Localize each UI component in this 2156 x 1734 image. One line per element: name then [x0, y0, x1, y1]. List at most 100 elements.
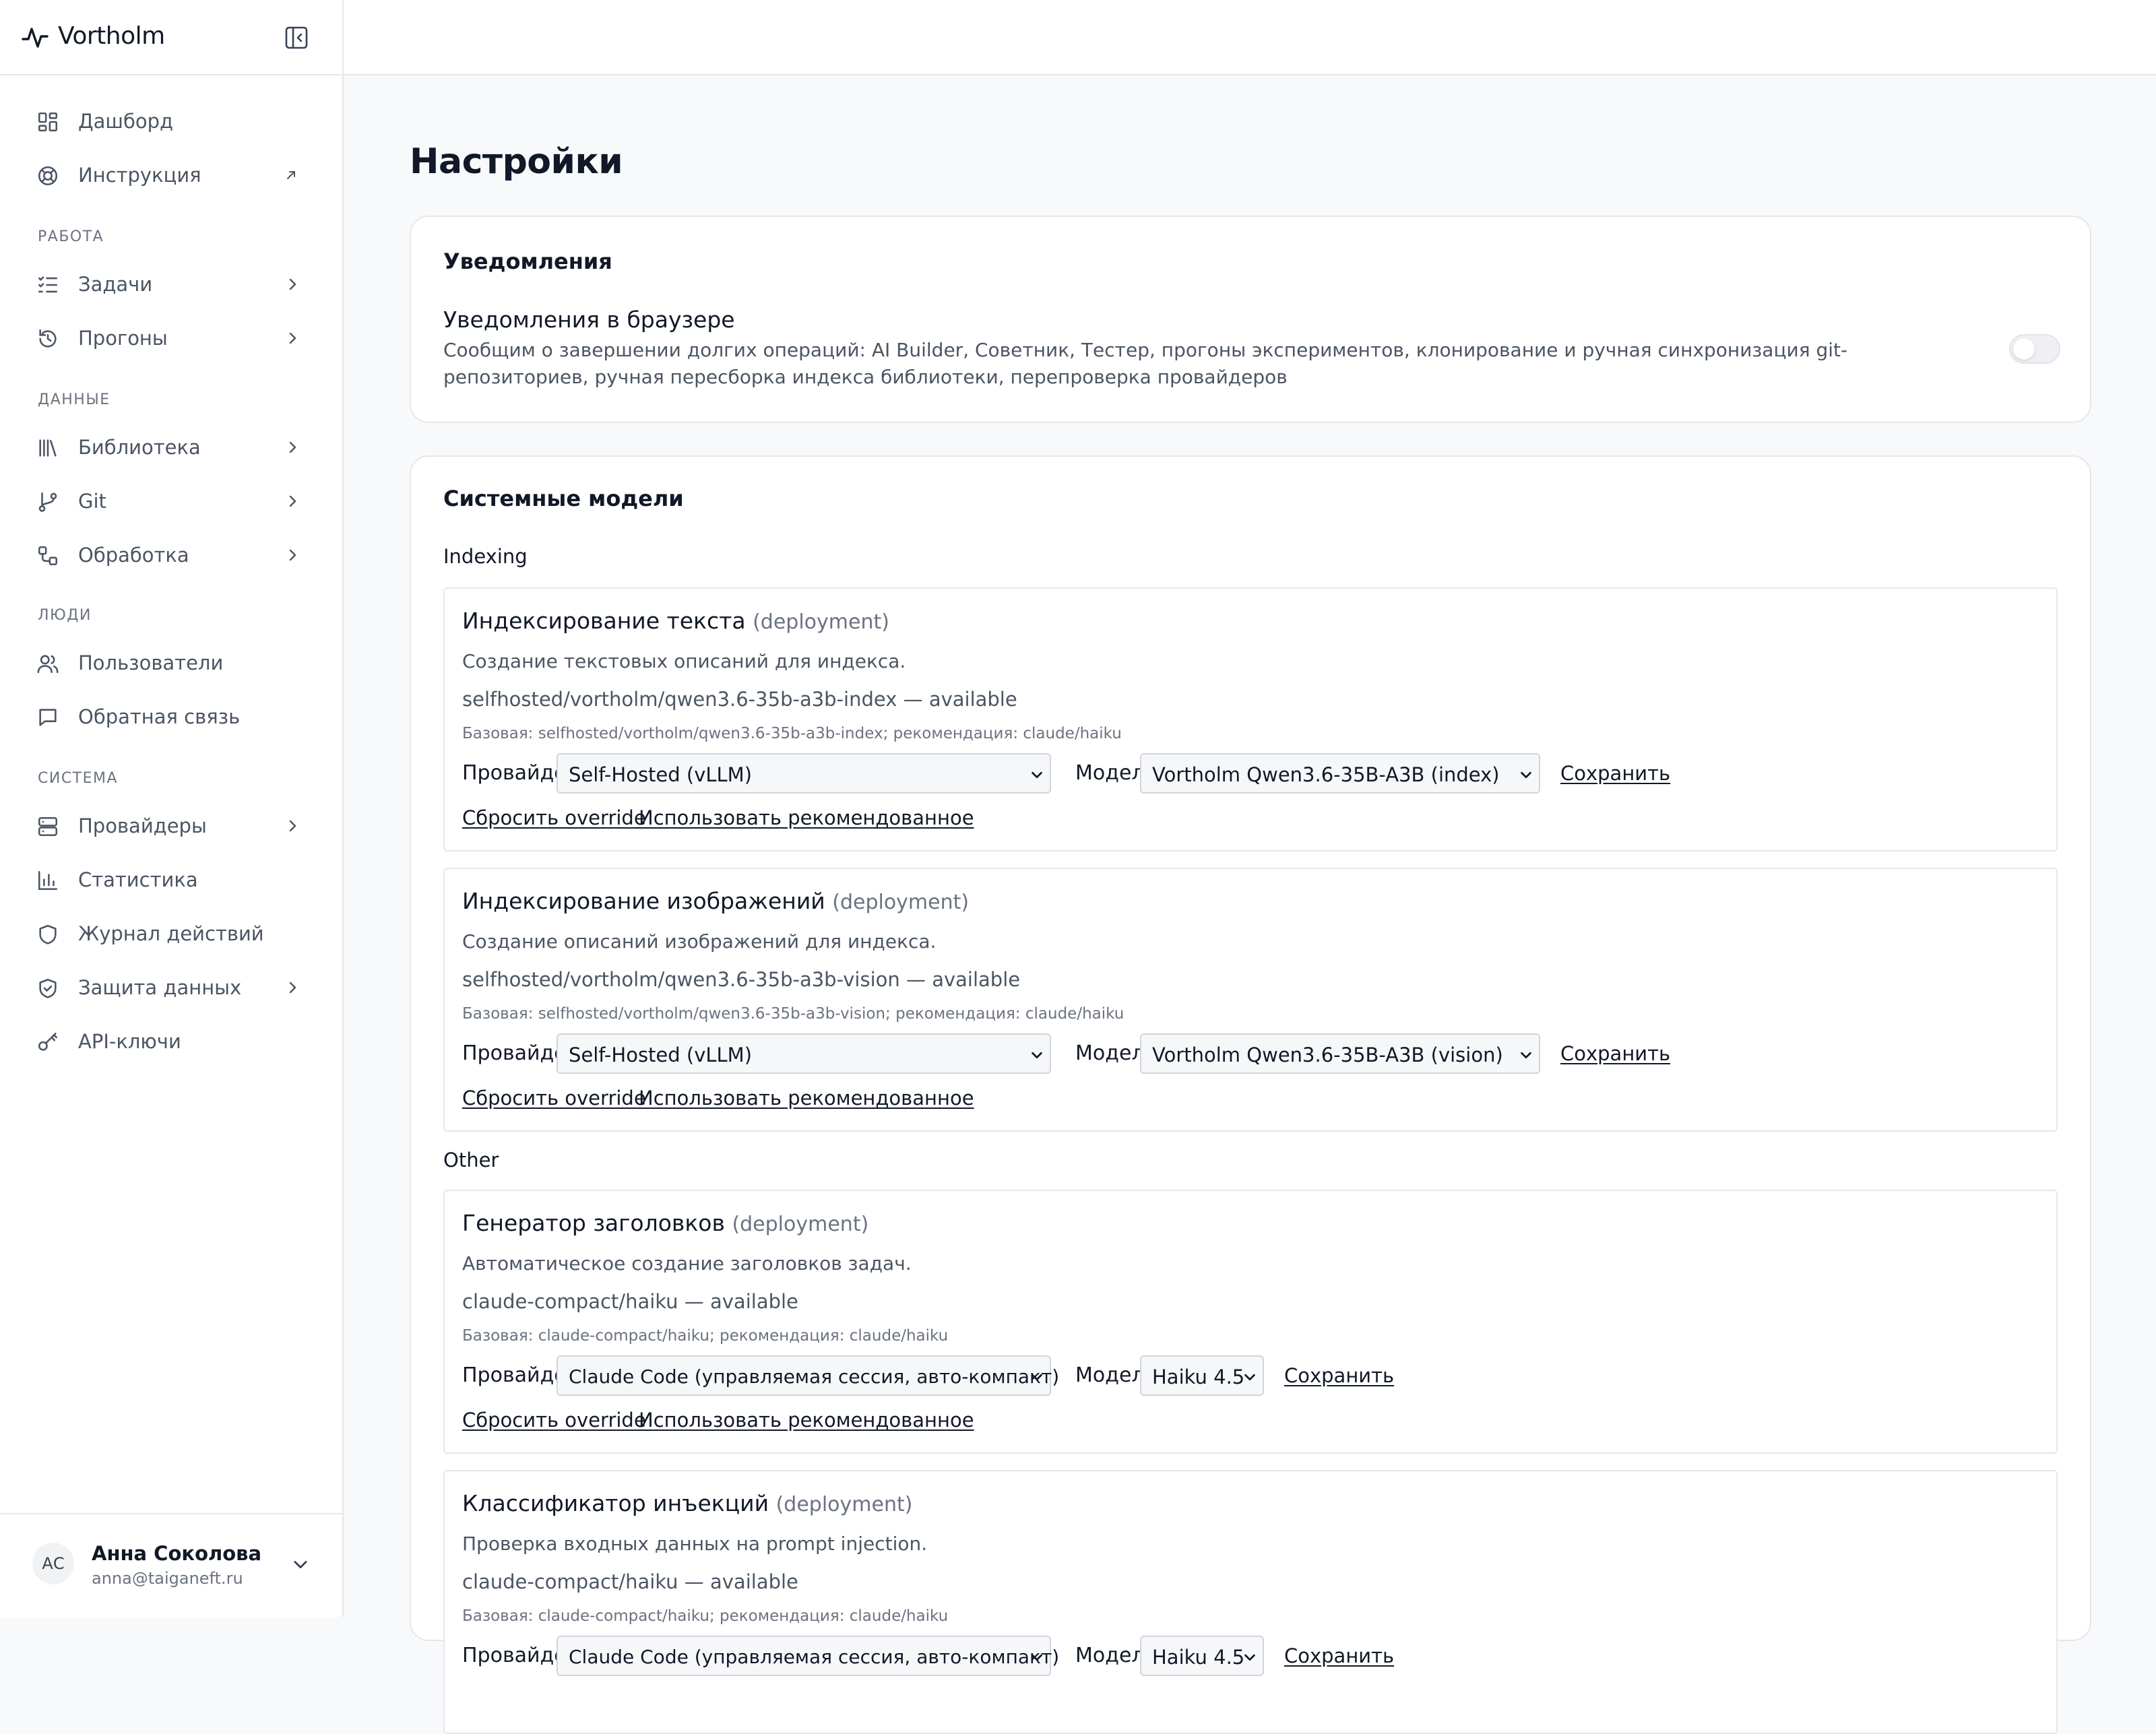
model-description: Создание описаний изображений для индекс… — [462, 930, 937, 953]
top-bar — [344, 0, 2156, 75]
model-card-image-indexing: Индексирование изображений (deployment) … — [443, 868, 2058, 1132]
notifications-title: Уведомления — [443, 249, 612, 274]
use-recommended-button[interactable]: Использовать рекомендованное — [639, 1086, 974, 1110]
users-icon — [37, 655, 59, 674]
model-title: Индексирование текста (deployment) — [462, 606, 889, 637]
user-menu[interactable]: АС Анна Соколова anna@taiganeft.ru — [0, 1513, 342, 1617]
model-description: Создание текстовых описаний для индекса. — [462, 650, 906, 672]
server-icon — [38, 816, 58, 837]
model-select[interactable]: Haiku 4.5 — [1140, 1636, 1264, 1676]
sidebar-section-system: СИСТЕМА — [38, 770, 119, 787]
save-button[interactable]: Сохранить — [1284, 1363, 1394, 1388]
model-title: Классификатор инъекций (deployment) — [462, 1489, 912, 1520]
model-status: selfhosted/vortholm/qwen3.6-35b-a3b-visi… — [462, 968, 1021, 991]
sidebar-item-dashboard[interactable]: Дашборд — [27, 100, 318, 143]
chevron-right-icon — [289, 820, 296, 832]
chevron-right-icon — [289, 332, 296, 344]
sidebar-item-api-keys[interactable]: API-ключи — [27, 1020, 318, 1063]
system-models-title: Системные модели — [443, 486, 684, 511]
model-name: Индексирование изображений — [462, 888, 825, 914]
use-recommended-button[interactable]: Использовать рекомендованное — [639, 1408, 974, 1432]
save-button[interactable]: Сохранить — [1284, 1644, 1394, 1668]
model-status: selfhosted/vortholm/qwen3.6-35b-a3b-inde… — [462, 688, 1017, 711]
chevron-down-icon — [1032, 771, 1042, 779]
history-icon — [39, 329, 57, 348]
sidebar-item-processing[interactable]: Обработка — [27, 534, 318, 577]
model-card-text-indexing: Индексирование текста (deployment) Созда… — [443, 587, 2058, 852]
model-select-value: Vortholm Qwen3.6-35B-A3B (index) — [1152, 763, 1500, 786]
chevron-right-icon — [289, 441, 296, 453]
sidebar-item-label: Провайдеры — [78, 814, 207, 837]
sidebar-item-instructions[interactable]: Инструкция — [27, 154, 318, 197]
chevron-down-icon — [1032, 1374, 1042, 1381]
save-button[interactable]: Сохранить — [1560, 761, 1670, 785]
save-button[interactable]: Сохранить — [1560, 1041, 1670, 1066]
sidebar-item-label: Прогоны — [78, 327, 168, 350]
brand-name: Vortholm — [58, 22, 165, 50]
model-base-info: Базовая: selfhosted/vortholm/qwen3.6-35b… — [462, 725, 1122, 742]
model-name: Классификатор инъекций — [462, 1490, 769, 1516]
git-branch-icon — [38, 492, 57, 512]
avatar: АС — [32, 1543, 74, 1584]
browser-notifications-heading: Уведомления в браузере — [443, 307, 735, 333]
sidebar-item-audit-log[interactable]: Журнал действий — [27, 912, 318, 955]
chevron-right-icon — [289, 278, 296, 290]
page-title: Настройки — [410, 141, 623, 182]
model-description: Автоматическое создание заголовков задач… — [462, 1252, 912, 1275]
model-select[interactable]: Vortholm Qwen3.6-35B-A3B (index) — [1140, 753, 1540, 794]
sidebar-item-git[interactable]: Git — [27, 480, 318, 523]
provider-select[interactable]: Claude Code (управляемая сессия, авто-ко… — [557, 1636, 1059, 1676]
chevron-right-icon — [289, 549, 296, 561]
provider-select[interactable]: Self-Hosted (vLLM) — [557, 753, 1051, 794]
chevron-down-icon — [1521, 771, 1531, 779]
model-base-info: Базовая: selfhosted/vortholm/qwen3.6-35b… — [462, 1005, 1124, 1023]
sidebar-item-library[interactable]: Библиотека — [27, 426, 318, 469]
sidebar-item-label: Статистика — [78, 868, 198, 891]
model-card-injection-classifier: Классификатор инъекций (deployment) Пров… — [443, 1470, 2058, 1734]
sidebar-item-tasks[interactable]: Задачи — [27, 263, 318, 306]
model-select[interactable]: Haiku 4.5 — [1140, 1355, 1264, 1396]
model-tag: (deployment) — [832, 891, 970, 914]
sidebar-item-data-protection[interactable]: Защита данных — [27, 966, 318, 1009]
model-select[interactable]: Vortholm Qwen3.6-35B-A3B (vision) — [1140, 1033, 1540, 1074]
model-base-info: Базовая: claude-compact/haiku; рекоменда… — [462, 1327, 949, 1345]
external-link-icon — [287, 171, 295, 179]
key-icon — [38, 1032, 58, 1051]
provider-select-value: Self-Hosted (vLLM) — [569, 1043, 753, 1066]
message-square-icon — [39, 709, 57, 726]
browser-notifications-toggle[interactable] — [2009, 334, 2060, 364]
sidebar-item-feedback[interactable]: Обратная связь — [27, 695, 318, 738]
model-tag: (deployment) — [753, 610, 889, 634]
sidebar-item-label: Git — [78, 490, 106, 513]
model-title: Индексирование изображений (deployment) — [462, 887, 969, 918]
model-description: Проверка входных данных на prompt inject… — [462, 1533, 928, 1555]
reset-override-button[interactable]: Сбросить override — [462, 1086, 646, 1110]
pulse-logo-icon — [22, 28, 49, 48]
model-name: Индексирование текста — [462, 608, 746, 634]
sidebar: Vortholm Дашборд Инструкция РАБОТА Задач… — [0, 0, 344, 1617]
sidebar-item-users[interactable]: Пользователи — [27, 641, 318, 684]
sidebar-item-label: Инструкция — [78, 164, 201, 187]
chevron-down-icon — [1521, 1052, 1531, 1059]
sidebar-item-runs[interactable]: Прогоны — [27, 317, 318, 360]
bar-chart-icon — [38, 870, 58, 891]
sidebar-item-statistics[interactable]: Статистика — [27, 858, 318, 901]
sidebar-section-data: ДАННЫЕ — [38, 391, 110, 408]
sidebar-item-providers[interactable]: Провайдеры — [27, 804, 318, 847]
provider-select-value: Claude Code (управляемая сессия, авто-ко… — [569, 1366, 1060, 1388]
panel-left-icon — [285, 26, 308, 49]
library-icon — [39, 439, 57, 457]
use-recommended-button[interactable]: Использовать рекомендованное — [639, 806, 974, 830]
provider-select[interactable]: Claude Code (управляемая сессия, авто-ко… — [557, 1355, 1059, 1396]
reset-override-button[interactable]: Сбросить override — [462, 1408, 646, 1432]
sidebar-item-label: Пользователи — [78, 651, 224, 674]
reset-override-button[interactable]: Сбросить override — [462, 806, 646, 830]
sidebar-item-label: Журнал действий — [78, 922, 264, 945]
lifebuoy-icon — [38, 166, 58, 186]
model-select-value: Vortholm Qwen3.6-35B-A3B (vision) — [1152, 1043, 1503, 1066]
chevron-right-icon — [289, 982, 296, 994]
sidebar-collapse-button[interactable] — [283, 24, 310, 51]
provider-select-value: Claude Code (управляемая сессия, авто-ко… — [569, 1646, 1060, 1668]
chevron-down-icon — [1032, 1052, 1042, 1059]
provider-select[interactable]: Self-Hosted (vLLM) — [557, 1033, 1051, 1074]
